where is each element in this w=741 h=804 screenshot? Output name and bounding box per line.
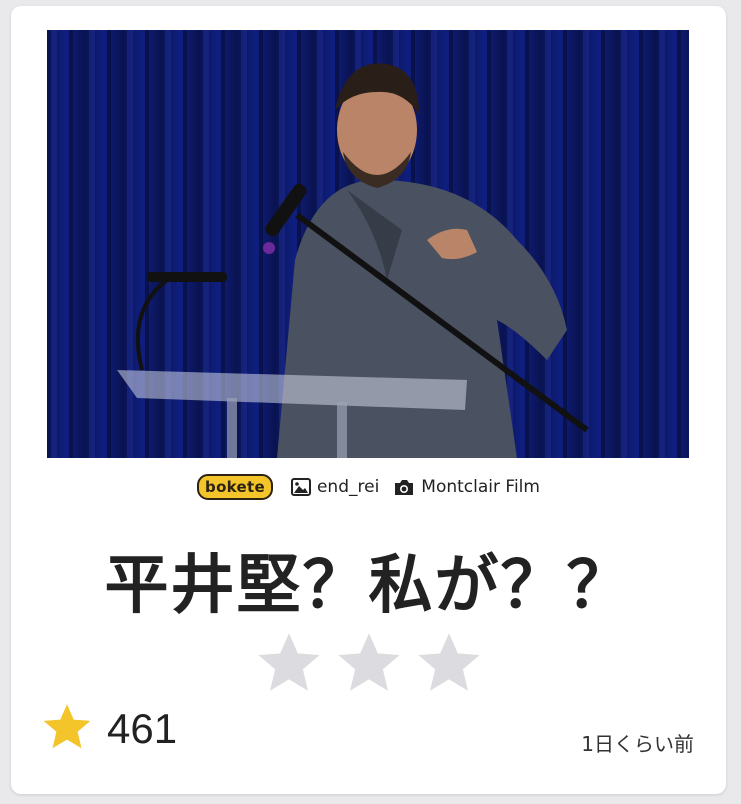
rate-star-2-icon[interactable] <box>335 630 403 696</box>
score-value: 461 <box>107 705 178 752</box>
rate-star-3-icon[interactable] <box>415 630 483 696</box>
post-meta: bokete end_rei Montclair Film <box>11 472 726 502</box>
post-card: bokete end_rei Montclair Film 平井堅？私が？？ 4… <box>11 6 726 794</box>
camera-icon <box>393 478 415 496</box>
rate-star-1-icon[interactable] <box>255 630 323 696</box>
author-name: end_rei <box>316 477 380 497</box>
star-rating <box>11 630 726 696</box>
posted-time: 1日くらい前 <box>581 732 694 756</box>
post-caption: 平井堅？私が？？ <box>104 549 633 623</box>
star-icon <box>41 702 93 756</box>
score: 461 <box>41 702 177 756</box>
post-photo[interactable] <box>47 30 689 458</box>
photo-credit: Montclair Film <box>421 477 540 497</box>
author-link[interactable]: end_rei <box>290 477 380 497</box>
image-icon <box>290 478 311 496</box>
photo-credit-link[interactable]: Montclair Film <box>393 477 540 497</box>
bokete-logo[interactable]: bokete <box>197 474 273 500</box>
